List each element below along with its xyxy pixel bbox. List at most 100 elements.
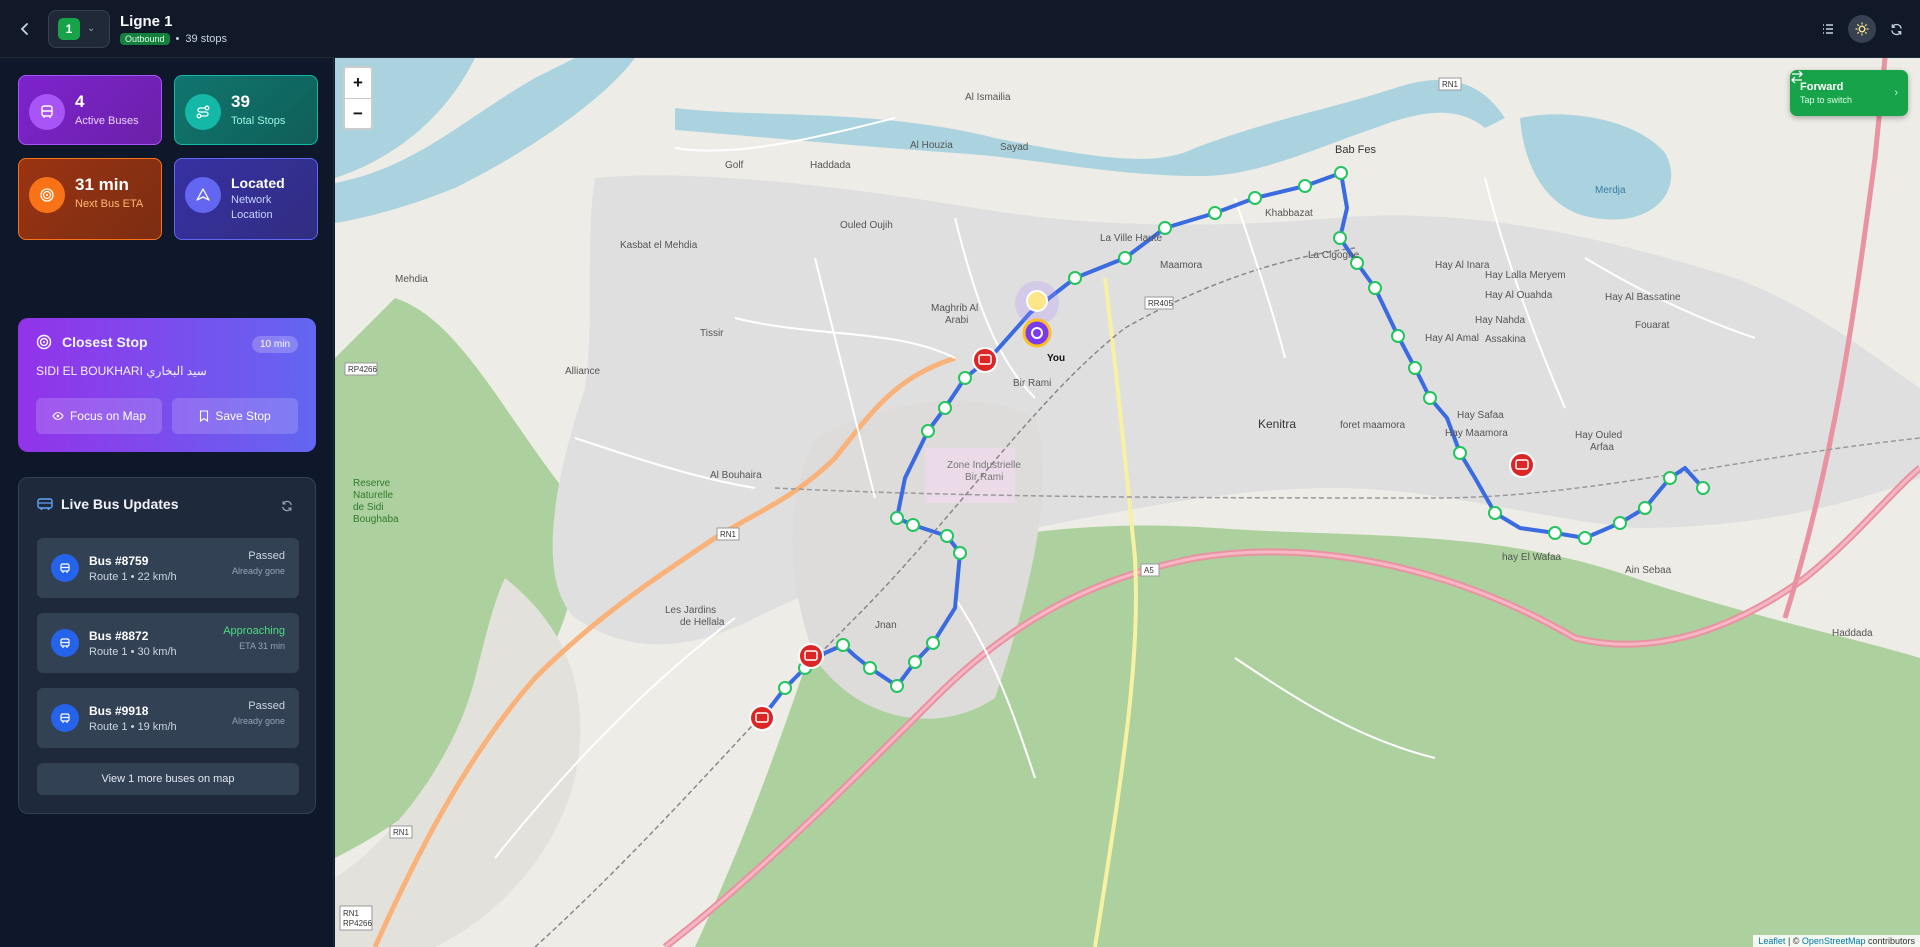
live-bus-updates-header: Live Bus Updates: [37, 496, 297, 512]
direction-subtitle: Tap to switch: [1800, 95, 1853, 105]
location-label-line1: Network: [231, 194, 272, 206]
bus-list-item[interactable]: Bus #8759 Route 1 • 22 km/h Passed Alrea…: [37, 538, 299, 598]
svg-text:A5: A5: [1144, 566, 1154, 575]
next-eta-label: Next Bus ETA: [75, 198, 144, 210]
eye-icon: [52, 411, 64, 421]
bus-icon: [37, 498, 53, 510]
svg-text:Al Houzia: Al Houzia: [910, 140, 953, 151]
direction-title: Forward: [1800, 81, 1844, 93]
svg-text:Arabi: Arabi: [945, 315, 968, 326]
location-label-line2: Location: [231, 209, 273, 221]
save-stop-label: Save Stop: [215, 409, 271, 423]
focus-on-map-label: Focus on Map: [69, 409, 147, 423]
closest-stop-eta-badge: 10 min: [251, 336, 298, 353]
bus-list-item[interactable]: Bus #8872 Route 1 • 30 km/h Approaching …: [37, 613, 299, 673]
leaflet-link[interactable]: Leaflet: [1758, 936, 1785, 946]
svg-text:Fouarat: Fouarat: [1635, 320, 1670, 331]
svg-text:Ouled Oujih: Ouled Oujih: [840, 220, 893, 231]
bus-list-item[interactable]: Bus #9918 Route 1 • 19 km/h Passed Alrea…: [37, 688, 299, 748]
svg-text:RN1: RN1: [343, 909, 360, 918]
location-value: Located: [231, 175, 285, 191]
target-icon: [36, 334, 52, 350]
refresh-button[interactable]: [1882, 15, 1910, 43]
active-buses-label: Active Buses: [75, 115, 139, 127]
bookmark-icon: [200, 410, 209, 422]
svg-text:Golf: Golf: [725, 160, 744, 171]
bus-status-label: Passed: [248, 700, 285, 712]
zoom-out-button[interactable]: −: [345, 98, 371, 128]
theme-toggle-button[interactable]: [1848, 15, 1876, 43]
svg-text:Assakina: Assakina: [1485, 334, 1526, 345]
osm-link[interactable]: OpenStreetMap: [1802, 936, 1866, 946]
bus-status-label: Approaching: [223, 625, 285, 637]
svg-text:de Sidi: de Sidi: [353, 502, 384, 513]
bus-name: Bus #8872: [89, 628, 149, 643]
navigation-icon: [185, 177, 221, 213]
live-bus-updates-title: Live Bus Updates: [61, 496, 179, 512]
svg-text:La Cigogne: La Cigogne: [1308, 250, 1360, 261]
focus-on-map-button[interactable]: Focus on Map: [36, 398, 162, 434]
svg-text:Bir Rami: Bir Rami: [965, 472, 1003, 483]
svg-text:Zone Industrielle: Zone Industrielle: [947, 460, 1021, 471]
closest-stop-heading: Closest Stop: [62, 334, 148, 350]
svg-text:Hay Nahda: Hay Nahda: [1475, 315, 1525, 326]
map-view[interactable]: Al Ismailia Sayad Al Houzia Haddada Golf…: [335, 58, 1920, 947]
chevron-down-icon: ⌄: [87, 23, 96, 34]
chevron-right-icon: ›: [1894, 87, 1898, 99]
svg-text:RP4266: RP4266: [343, 919, 372, 928]
svg-text:de Hellala: de Hellala: [680, 617, 725, 628]
svg-text:Naturelle: Naturelle: [353, 490, 393, 501]
svg-text:Merdja: Merdja: [1595, 185, 1626, 196]
svg-text:Hay Al Inara: Hay Al Inara: [1435, 260, 1490, 271]
attribution-suffix: contributors: [1865, 936, 1915, 946]
bus-icon: [29, 94, 65, 130]
bus-route: Route 1 • 19 km/h: [89, 720, 177, 733]
back-arrow-icon: [20, 22, 28, 35]
direction-badge: Outbound: [120, 32, 170, 45]
list-view-button[interactable]: [1814, 15, 1842, 43]
attribution-separator: | ©: [1785, 936, 1802, 946]
svg-text:Haddada: Haddada: [1832, 628, 1873, 639]
line-number-badge: 1: [58, 17, 80, 40]
live-bus-updates-panel: Live Bus Updates Bus #8759 Route 1 • 22 …: [18, 477, 316, 814]
refresh-icon: [1890, 23, 1902, 35]
line-subtitle: Outbound • 39 stops: [120, 32, 227, 45]
bus-route: Route 1 • 22 km/h: [89, 570, 177, 583]
total-stops-value: 39: [231, 92, 250, 111]
svg-text:RR405: RR405: [1148, 299, 1173, 308]
back-button[interactable]: [10, 14, 40, 44]
bus-name: Bus #9918: [89, 703, 149, 718]
line-selector[interactable]: 1 ⌄: [48, 9, 110, 48]
svg-text:hay El Wafaa: hay El Wafaa: [1502, 552, 1562, 563]
zoom-control: + −: [343, 66, 373, 130]
bus-status: Approaching ETA 31 min: [223, 625, 285, 651]
view-more-buses-button[interactable]: View 1 more buses on map: [37, 763, 299, 795]
separator-dot: •: [175, 32, 180, 45]
bus-status-label: Passed: [248, 550, 285, 562]
closest-stop-actions: Focus on Map Save Stop: [36, 398, 298, 434]
svg-text:RN1: RN1: [393, 828, 410, 837]
bus-status-sub: Already gone: [231, 566, 285, 576]
svg-text:Hay Al Ouahda: Hay Al Ouahda: [1485, 290, 1553, 301]
svg-text:Mehdia: Mehdia: [395, 274, 428, 285]
next-eta-value: 31 min: [75, 175, 129, 194]
svg-text:Tissir: Tissir: [700, 328, 724, 339]
svg-text:RN1: RN1: [720, 530, 737, 539]
closest-stop-name: SIDI EL BOUKHARI سيد البخاري: [36, 364, 207, 378]
map-canvas: Al Ismailia Sayad Al Houzia Haddada Golf…: [335, 58, 1920, 947]
app-header: 1 ⌄ Ligne 1 Outbound • 39 stops: [0, 0, 1920, 58]
stat-location: Located Network Location: [174, 158, 318, 240]
refresh-icon[interactable]: [281, 500, 293, 515]
bus-name: Bus #8759: [89, 553, 149, 568]
bus-icon: [51, 629, 79, 657]
bus-route: Route 1 • 30 km/h: [89, 645, 177, 658]
direction-toggle-button[interactable]: Forward Tap to switch ›: [1790, 70, 1908, 116]
svg-text:Sayad: Sayad: [1000, 142, 1028, 153]
svg-text:Kasbat el Mehdia: Kasbat el Mehdia: [620, 240, 698, 251]
save-stop-button[interactable]: Save Stop: [172, 398, 298, 434]
bus-status-sub: Already gone: [231, 716, 285, 726]
zoom-in-button[interactable]: +: [345, 68, 371, 98]
svg-text:Hay Al Bassatine: Hay Al Bassatine: [1605, 292, 1681, 303]
svg-text:Les Jardins: Les Jardins: [665, 605, 716, 616]
sun-icon: [1855, 22, 1869, 36]
